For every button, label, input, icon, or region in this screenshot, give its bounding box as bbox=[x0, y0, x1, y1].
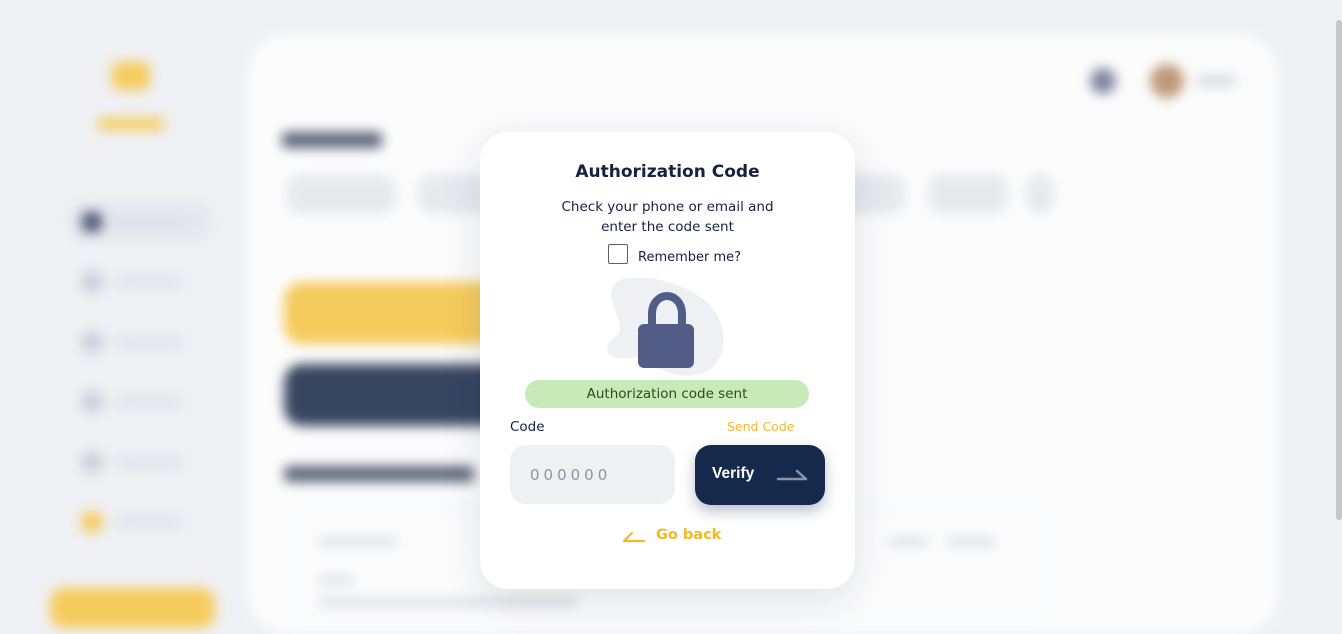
verify-button-label: Verify bbox=[712, 465, 755, 482]
background-table-text bbox=[946, 538, 996, 546]
arrow-right-icon bbox=[776, 469, 808, 481]
code-input[interactable] bbox=[510, 445, 675, 504]
arrow-left-icon bbox=[622, 531, 646, 543]
background-table-text bbox=[318, 538, 398, 546]
background-tab-chip bbox=[928, 174, 1008, 214]
authorization-code-modal: Authorization Code Check your phone or e… bbox=[480, 132, 855, 589]
background-logo bbox=[112, 62, 150, 90]
background-table-text bbox=[318, 598, 578, 606]
modal-description: Check your phone or email and enter the … bbox=[540, 197, 795, 237]
modal-description-line2: enter the code sent bbox=[601, 219, 734, 235]
background-nav-item bbox=[70, 264, 210, 300]
code-label: Code bbox=[510, 419, 545, 435]
background-table-text bbox=[888, 538, 928, 546]
background-section-title bbox=[284, 466, 474, 482]
background-user-name bbox=[1196, 76, 1236, 86]
background-nav-item bbox=[70, 444, 210, 480]
background-page-title bbox=[282, 132, 382, 148]
remember-me-label: Remember me? bbox=[638, 249, 742, 265]
go-back-link[interactable]: Go back bbox=[622, 523, 721, 547]
background-tab-chip bbox=[1026, 174, 1054, 214]
background-notification-icon bbox=[1090, 68, 1116, 94]
background-nav-item bbox=[70, 204, 210, 240]
lock-icon bbox=[607, 278, 724, 376]
remember-me-checkbox[interactable] bbox=[608, 244, 628, 264]
background-logo-text bbox=[98, 118, 164, 130]
background-tab-chip bbox=[418, 174, 488, 214]
modal-title: Authorization Code bbox=[575, 162, 760, 182]
background-nav-item bbox=[70, 504, 210, 540]
background-nav-item bbox=[70, 324, 210, 360]
remember-me[interactable]: Remember me? bbox=[608, 243, 741, 265]
background-sidebar bbox=[0, 0, 250, 628]
go-back-label: Go back bbox=[656, 527, 722, 543]
background-table-text bbox=[318, 576, 354, 584]
modal-description-line1: Check your phone or email and bbox=[561, 199, 774, 215]
page-scrollbar[interactable] bbox=[1336, 20, 1342, 520]
background-avatar bbox=[1150, 64, 1184, 98]
verify-button[interactable]: Verify bbox=[695, 445, 825, 505]
send-code-link[interactable]: Send Code bbox=[727, 419, 794, 434]
status-message: Authorization code sent bbox=[525, 380, 809, 408]
background-tab-chip bbox=[286, 174, 396, 214]
background-nav-item bbox=[70, 384, 210, 420]
background-sidebar-button bbox=[50, 588, 215, 628]
